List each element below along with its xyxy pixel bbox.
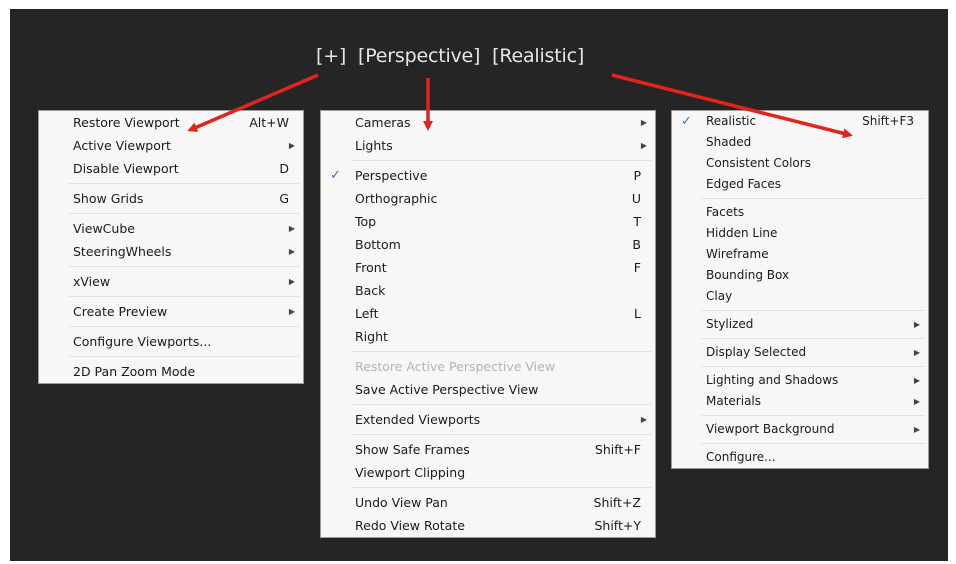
menu-separator [69, 183, 299, 184]
menu-item-bottom[interactable]: Bottom B [321, 233, 655, 256]
menu-item-lights[interactable]: Lights ▶ [321, 134, 655, 157]
menu-separator [69, 213, 299, 214]
submenu-arrow-icon: ▶ [288, 277, 295, 286]
menu-item-viewcube[interactable]: ViewCube ▶ [39, 217, 303, 240]
menu-item-realistic[interactable]: ✓ Realistic Shift+F3 [672, 111, 928, 132]
menu-separator [351, 351, 651, 352]
menu-item-lighting-and-shadows[interactable]: Lighting and Shadows ▶ [672, 370, 928, 391]
menu-item-show-safe-frames[interactable]: Show Safe Frames Shift+F [321, 438, 655, 461]
menu-separator [702, 415, 924, 416]
menu-separator [351, 160, 651, 161]
menu-separator [351, 404, 651, 405]
menu-item-back[interactable]: Back [321, 279, 655, 302]
menu-item-xview[interactable]: xView ▶ [39, 270, 303, 293]
submenu-arrow-icon: ▶ [913, 320, 920, 329]
menu-item-viewport-background[interactable]: Viewport Background ▶ [672, 419, 928, 440]
menu-item-right[interactable]: Right [321, 325, 655, 348]
menu-item-cameras[interactable]: Cameras ▶ [321, 111, 655, 134]
submenu-arrow-icon: ▶ [913, 376, 920, 385]
menu-item-configure-viewports[interactable]: Configure Viewports... [39, 330, 303, 353]
menu-item-create-preview[interactable]: Create Preview ▶ [39, 300, 303, 323]
menu-item-restore-viewport[interactable]: Restore Viewport Alt+W [39, 111, 303, 134]
menu-item-save-active-perspective-view[interactable]: Save Active Perspective View [321, 378, 655, 401]
shortcut-label: U [631, 191, 641, 206]
menu-separator [702, 198, 924, 199]
menu-item-clay[interactable]: Clay [672, 286, 928, 307]
point-of-view-label[interactable]: [Perspective] [358, 45, 480, 67]
shortcut-label: Alt+W [249, 115, 289, 130]
shortcut-label: P [633, 168, 641, 183]
shortcut-label: D [279, 161, 289, 176]
menu-separator [702, 366, 924, 367]
menu-item-shaded[interactable]: Shaded [672, 132, 928, 153]
shortcut-label: Shift+Y [594, 518, 641, 533]
general-viewport-label[interactable]: [+] [316, 45, 346, 67]
menu-item-viewport-clipping[interactable]: Viewport Clipping [321, 461, 655, 484]
shortcut-label: G [279, 191, 289, 206]
viewport-label-menu: [+] [Perspective] [Realistic] [316, 45, 590, 67]
shortcut-label: L [634, 306, 641, 321]
menu-item-active-viewport[interactable]: Active Viewport ▶ [39, 134, 303, 157]
menu-item-bounding-box[interactable]: Bounding Box [672, 265, 928, 286]
menu-item-2d-pan-zoom-mode[interactable]: 2D Pan Zoom Mode [39, 360, 303, 383]
menu-item-configure[interactable]: Configure... [672, 447, 928, 468]
submenu-arrow-icon: ▶ [640, 141, 647, 150]
menu-item-undo-view-pan[interactable]: Undo View Pan Shift+Z [321, 491, 655, 514]
shortcut-label: B [632, 237, 641, 252]
submenu-arrow-icon: ▶ [913, 425, 920, 434]
menu-item-consistent-colors[interactable]: Consistent Colors [672, 153, 928, 174]
menu-item-steeringwheels[interactable]: SteeringWheels ▶ [39, 240, 303, 263]
menu-separator [702, 338, 924, 339]
menu-separator [69, 266, 299, 267]
menu-item-wireframe[interactable]: Wireframe [672, 244, 928, 265]
menu-item-front[interactable]: Front F [321, 256, 655, 279]
menu-separator [351, 487, 651, 488]
menu-separator [702, 310, 924, 311]
checkmark-icon: ✓ [330, 168, 341, 183]
menu-item-left[interactable]: Left L [321, 302, 655, 325]
point-of-view-menu: Cameras ▶ Lights ▶ ✓ Perspective P Orthograp… [320, 110, 656, 538]
menu-item-redo-view-rotate[interactable]: Redo View Rotate Shift+Y [321, 514, 655, 537]
menu-item-edged-faces[interactable]: Edged Faces [672, 174, 928, 195]
menu-separator [69, 296, 299, 297]
menu-separator [702, 443, 924, 444]
menu-item-top[interactable]: Top T [321, 210, 655, 233]
shortcut-label: Shift+Z [593, 495, 641, 510]
menu-separator [69, 356, 299, 357]
submenu-arrow-icon: ▶ [913, 397, 920, 406]
shortcut-label: Shift+F3 [862, 114, 914, 128]
shortcut-label: F [633, 260, 641, 275]
checkmark-icon: ✓ [681, 114, 692, 129]
menu-separator [351, 434, 651, 435]
general-viewport-menu: Restore Viewport Alt+W Active Viewport ▶ D… [38, 110, 304, 384]
submenu-arrow-icon: ▶ [288, 224, 295, 233]
menu-item-disable-viewport[interactable]: Disable Viewport D [39, 157, 303, 180]
menu-item-orthographic[interactable]: Orthographic U [321, 187, 655, 210]
menu-item-extended-viewports[interactable]: Extended Viewports ▶ [321, 408, 655, 431]
submenu-arrow-icon: ▶ [640, 415, 647, 424]
submenu-arrow-icon: ▶ [288, 141, 295, 150]
menu-item-hidden-line[interactable]: Hidden Line [672, 223, 928, 244]
menu-item-perspective[interactable]: ✓ Perspective P [321, 164, 655, 187]
shortcut-label: Shift+F [594, 442, 641, 457]
menu-separator [69, 326, 299, 327]
menu-item-materials[interactable]: Materials ▶ [672, 391, 928, 412]
menu-item-display-selected[interactable]: Display Selected ▶ [672, 342, 928, 363]
menu-item-stylized[interactable]: Stylized ▶ [672, 314, 928, 335]
submenu-arrow-icon: ▶ [288, 307, 295, 316]
submenu-arrow-icon: ▶ [640, 118, 647, 127]
shortcut-label: T [633, 214, 641, 229]
menu-item-restore-active-perspective-view: Restore Active Perspective View [355, 359, 556, 374]
menu-item-facets[interactable]: Facets [672, 202, 928, 223]
submenu-arrow-icon: ▶ [288, 247, 295, 256]
shading-viewport-label[interactable]: [Realistic] [492, 45, 584, 67]
shading-viewport-menu: ✓ Realistic Shift+F3 Shaded Consistent Col… [671, 110, 929, 469]
menu-item-show-grids[interactable]: Show Grids G [39, 187, 303, 210]
submenu-arrow-icon: ▶ [913, 348, 920, 357]
